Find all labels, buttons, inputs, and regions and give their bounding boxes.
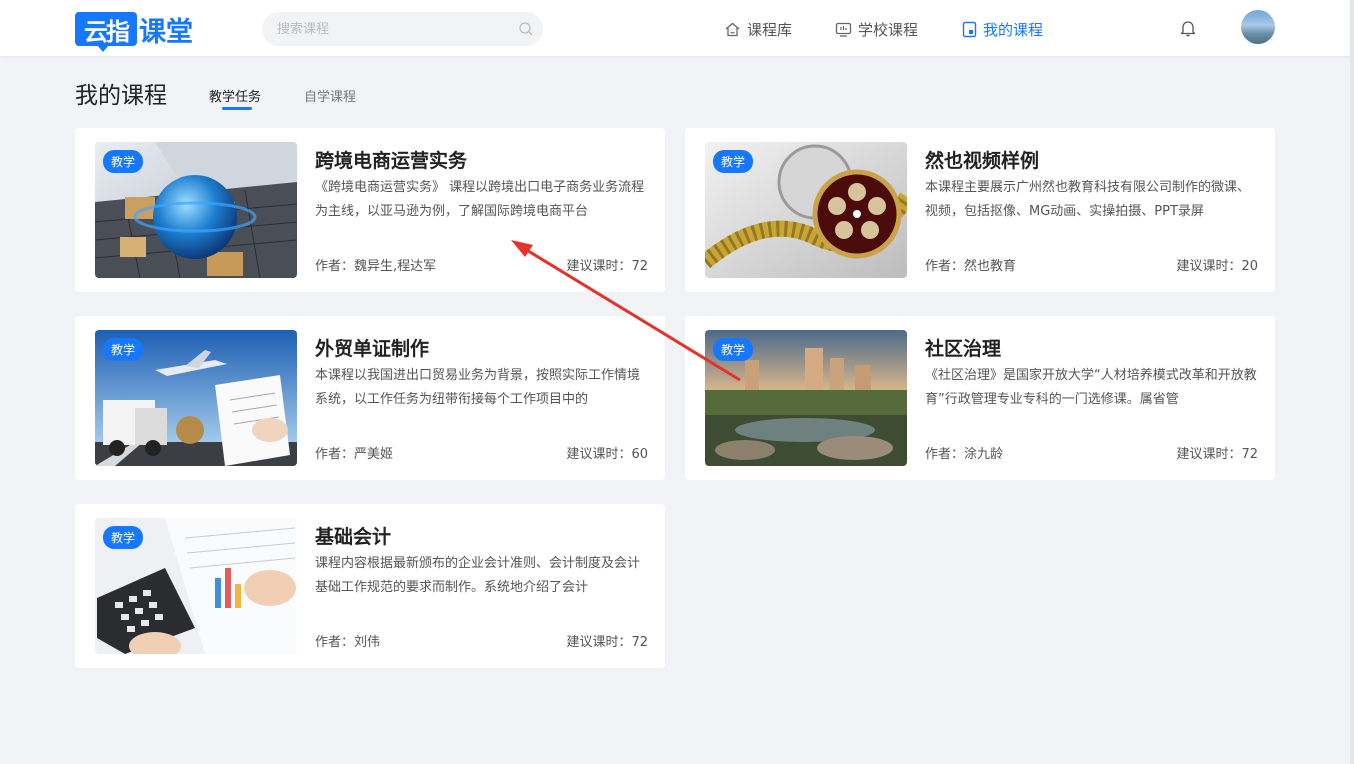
course-card[interactable]: 教学 然也视频样例 本课程主要展示广州然也教育科技有限公司制作的微课、视频，包括… bbox=[685, 128, 1275, 292]
course-badge: 教学 bbox=[103, 150, 144, 173]
course-thumbnail[interactable]: 教学 bbox=[705, 330, 907, 466]
home-icon bbox=[725, 22, 740, 37]
course-badge: 教学 bbox=[103, 338, 144, 361]
course-title[interactable]: 然也视频样例 bbox=[925, 146, 1039, 173]
course-card[interactable]: 教学 外贸单证制作 本课程以我国进出口贸易业务为背景，按照实际工作情境系统，以工… bbox=[75, 316, 665, 480]
page-title: 我的课程 bbox=[75, 83, 167, 109]
course-description: 本课程主要展示广州然也教育科技有限公司制作的微课、视频，包括抠像、MG动画、实操… bbox=[925, 180, 1251, 219]
logo-mark: 云指 bbox=[75, 12, 137, 52]
course-description: 《跨境电商运营实务》 课程以跨境出口电子商务业务流程为主线，以亚马逊为例，了解国… bbox=[315, 180, 645, 219]
course-description: 《社区治理》是国家开放大学“人材培养模式改革和开放教育”行政管理专业专科的一门选… bbox=[925, 368, 1257, 407]
course-title[interactable]: 基础会计 bbox=[315, 522, 391, 549]
book-icon bbox=[962, 21, 977, 38]
course-card[interactable]: 教学 基础会计 课程内容根据最新颁布的企业会计准则、会计制度及会计基础工作规范的… bbox=[75, 504, 665, 668]
course-author: 作者：魏异生,程达军 bbox=[315, 259, 437, 274]
active-tab-indicator bbox=[222, 107, 252, 110]
course-title[interactable]: 跨境电商运营实务 bbox=[315, 146, 467, 173]
course-description: 课程内容根据最新颁布的企业会计准则、会计制度及会计基础工作规范的要求而制作。系统… bbox=[315, 556, 641, 595]
course-hours: 建议课时：72 bbox=[566, 635, 648, 650]
scrollbar[interactable] bbox=[1350, 0, 1354, 764]
nav-my-courses[interactable]: 我的课程 bbox=[962, 19, 1043, 40]
course-card[interactable]: 教学 跨境电商运营实务 《跨境电商运营实务》 课程以跨境出口电子商务业务流程为主… bbox=[75, 128, 665, 292]
course-author: 作者：涂九龄 bbox=[925, 447, 1004, 462]
tab-self-study[interactable]: 自学课程 bbox=[304, 86, 356, 105]
course-card[interactable]: 教学 社区治理 《社区治理》是国家开放大学“人材培养模式改革和开放教育”行政管理… bbox=[685, 316, 1275, 480]
course-description: 本课程以我国进出口贸易业务为背景，按照实际工作情境系统，以工作任务为纽带衔接每个… bbox=[315, 368, 641, 407]
nav-label: 学校课程 bbox=[858, 21, 919, 39]
course-author: 作者：然也教育 bbox=[925, 259, 1017, 274]
course-title[interactable]: 社区治理 bbox=[925, 334, 1001, 361]
course-hours: 建议课时：20 bbox=[1176, 259, 1258, 274]
course-thumbnail[interactable]: 教学 bbox=[95, 142, 297, 278]
course-badge: 教学 bbox=[713, 338, 754, 361]
avatar[interactable] bbox=[1241, 10, 1275, 44]
course-author: 作者：刘伟 bbox=[315, 635, 381, 650]
course-thumbnail[interactable]: 教学 bbox=[95, 518, 297, 654]
course-hours: 建议课时：60 bbox=[566, 447, 648, 462]
logo[interactable]: 云指 课堂 bbox=[75, 10, 193, 52]
nav-school-courses[interactable]: 学校课程 bbox=[835, 19, 918, 40]
course-thumbnail[interactable]: 教学 bbox=[95, 330, 297, 466]
course-hours: 建议课时：72 bbox=[1176, 447, 1258, 462]
course-hours: 建议课时：72 bbox=[566, 259, 648, 274]
nav-label: 课程库 bbox=[747, 21, 793, 39]
course-thumbnail[interactable]: 教学 bbox=[705, 142, 907, 278]
course-author: 作者：严美姬 bbox=[315, 447, 394, 462]
monitor-icon bbox=[835, 22, 852, 37]
logo-text: 课堂 bbox=[139, 16, 193, 48]
course-title[interactable]: 外贸单证制作 bbox=[315, 334, 429, 361]
search-icon[interactable] bbox=[518, 21, 534, 37]
bell-icon[interactable] bbox=[1180, 19, 1196, 37]
top-header: 云指 课堂 课程库 学校课程 我的课程 bbox=[0, 0, 1350, 56]
search-input[interactable] bbox=[262, 12, 543, 46]
course-badge: 教学 bbox=[713, 150, 754, 173]
nav-label: 我的课程 bbox=[983, 21, 1044, 39]
course-badge: 教学 bbox=[103, 526, 144, 549]
tab-teaching-tasks[interactable]: 教学任务 bbox=[209, 86, 261, 105]
nav-course-library[interactable]: 课程库 bbox=[724, 19, 792, 40]
